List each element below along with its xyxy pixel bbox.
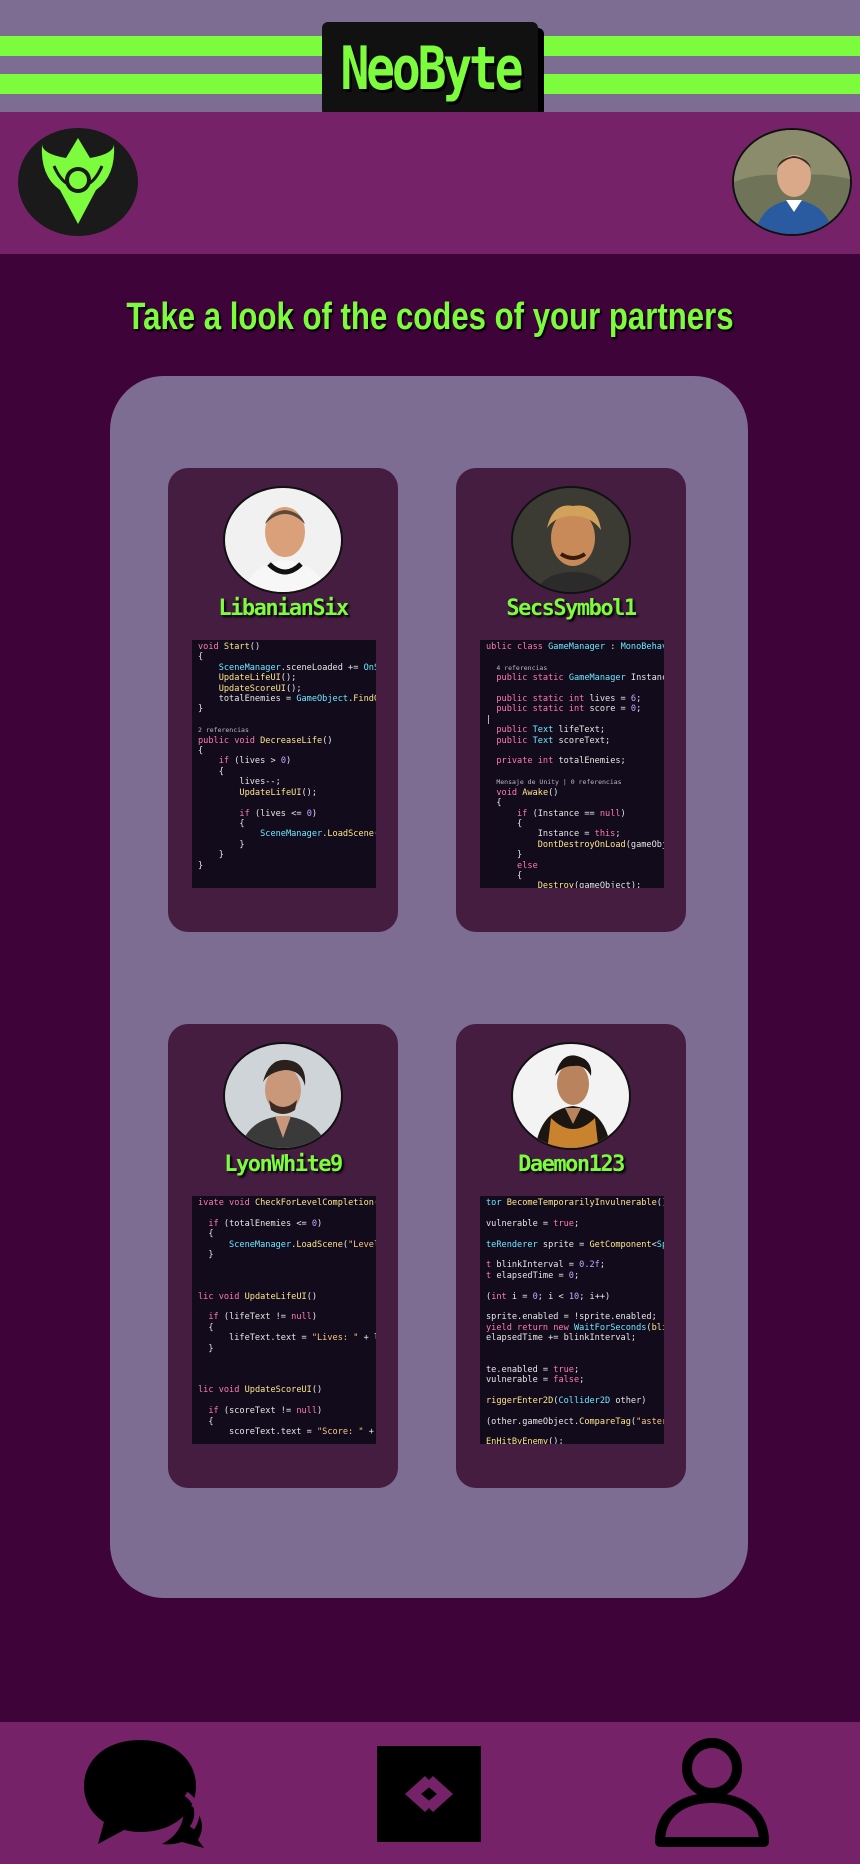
neobyte-emblem-icon[interactable] (18, 128, 138, 236)
nav-profile[interactable] (650, 1736, 774, 1848)
code-icon (377, 1746, 481, 1842)
partner-card[interactable]: LyonWhite9 ivate void CheckForLevelCompl… (168, 1024, 398, 1488)
partner-avatar[interactable] (223, 486, 343, 594)
page-title: Take a look of the codes of your partner… (126, 296, 734, 338)
nav-code[interactable] (377, 1746, 481, 1842)
partner-avatar[interactable] (223, 1042, 343, 1150)
brand-name: NeoByte (340, 34, 523, 104)
brand-logo: NeoByte (322, 22, 538, 116)
partner-username: Daemon123 (518, 1152, 625, 1177)
partner-card[interactable]: Daemon123 tor BecomeTemporarilyInvulnera… (456, 1024, 686, 1488)
code-snippet: tor BecomeTemporarilyInvulnerable() vuln… (480, 1196, 664, 1444)
top-banner: NeoByte (0, 0, 860, 116)
partner-username: LyonWhite9 (224, 1152, 343, 1177)
user-avatar[interactable] (732, 128, 852, 236)
partners-panel: LibanianSix void Start(){ SceneManager.s… (110, 376, 748, 1598)
header-bar (0, 112, 860, 254)
partner-card[interactable]: LibanianSix void Start(){ SceneManager.s… (168, 468, 398, 932)
chat-icon (84, 1740, 204, 1848)
profile-icon (655, 1738, 769, 1847)
partner-username: SecsSymbol1 (506, 596, 637, 621)
partner-avatar[interactable] (511, 1042, 631, 1150)
code-snippet: ivate void CheckForLevelCompletion() if … (192, 1196, 376, 1444)
bottom-nav (0, 1722, 860, 1864)
nav-chat[interactable] (82, 1736, 206, 1848)
partner-card[interactable]: SecsSymbol1 ublic class GameManager : Mo… (456, 468, 686, 932)
code-snippet: void Start(){ SceneManager.sceneLoaded +… (192, 640, 376, 888)
partner-username: LibanianSix (218, 596, 349, 621)
partner-avatar[interactable] (511, 486, 631, 594)
code-snippet: ublic class GameManager : MonoBehaviour … (480, 640, 664, 888)
